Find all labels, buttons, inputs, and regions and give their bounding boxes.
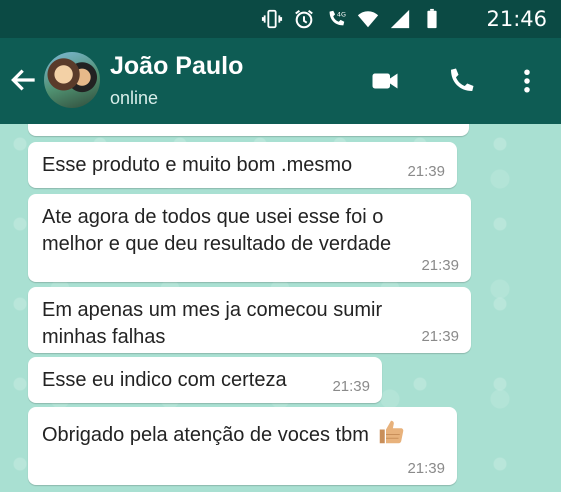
chat-header: João Paulo online (0, 38, 561, 124)
message-text: Em apenas um mes ja comecou sumir minhas… (42, 297, 382, 351)
message-line: Obrigado pela atenção de voces tbm (42, 424, 369, 446)
4g-call-icon: 4G (329, 10, 346, 26)
status-time: 21:46 (486, 7, 547, 31)
message-line: melhor e que deu resultado de verdade (42, 233, 392, 255)
back-arrow-icon[interactable] (8, 64, 40, 96)
thumbs-up-icon (380, 420, 404, 444)
message-text: Ate agora de todos que usei esse foi o m… (42, 204, 391, 258)
message-text: Esse eu indico com certeza (42, 369, 287, 391)
message-line: minhas falhas (42, 326, 166, 348)
signal-icon (390, 9, 410, 29)
message-line: Em apenas um mes ja comecou sumir (42, 299, 383, 321)
status-icons: 4G (261, 8, 443, 30)
message-bubble[interactable]: Em apenas um mes ja comecou sumir minhas… (28, 287, 471, 353)
avatar[interactable] (44, 52, 100, 108)
message-bubble[interactable]: Esse eu indico com certeza 21:39 (28, 357, 382, 403)
message-bubble[interactable]: Ate agora de todos que usei esse foi o m… (28, 194, 471, 282)
message-line: Ate agora de todos que usei esse foi o (42, 206, 384, 228)
alarm-icon (295, 9, 313, 29)
wifi-icon (357, 11, 379, 28)
message-bubble-partial (28, 124, 469, 136)
message-time: 21:39 (332, 378, 370, 395)
contact-name[interactable]: João Paulo (110, 52, 243, 81)
message-text: Esse produto e muito bom .mesmo (42, 154, 353, 176)
message-time: 21:39 (407, 163, 445, 180)
battery-icon (427, 8, 437, 29)
message-time: 21:39 (421, 328, 459, 345)
svg-text:4G: 4G (337, 10, 346, 18)
message-time: 21:39 (407, 460, 445, 477)
message-bubble[interactable]: Obrigado pela atenção de voces tbm 21:39 (28, 407, 457, 485)
phone-call-icon[interactable] (446, 66, 476, 96)
vibrate-icon (261, 9, 283, 29)
video-call-icon[interactable] (370, 66, 400, 96)
message-text: Obrigado pela atenção de voces tbm (42, 417, 406, 449)
status-bar: 4G 21:46 (0, 0, 561, 38)
message-bubble[interactable]: Esse produto e muito bom .mesmo 21:39 (28, 142, 457, 188)
chat-area[interactable]: Esse produto e muito bom .mesmo 21:39 At… (0, 124, 561, 492)
message-time: 21:39 (421, 257, 459, 274)
contact-status: online (110, 88, 159, 108)
more-options-icon[interactable] (512, 66, 542, 96)
